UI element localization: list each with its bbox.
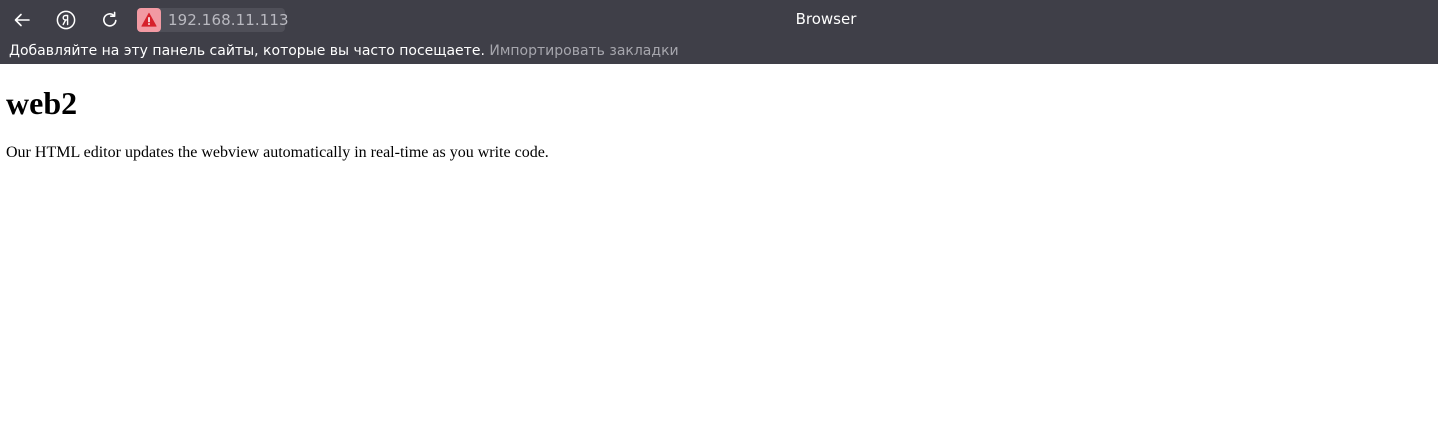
bookmarks-hint: Добавляйте на эту панель сайты, которые …	[9, 43, 485, 59]
window-title: Browser	[795, 10, 857, 28]
import-bookmarks-link[interactable]: Импортировать закладки	[489, 43, 678, 59]
page-paragraph: Our HTML editor updates the webview auto…	[6, 144, 549, 161]
webview-content: web2 Our HTML editor updates the webview…	[0, 64, 1438, 442]
bookmarks-bar: Добавляйте на эту панель сайты, которые …	[9, 43, 679, 59]
toolbar: 192.168.11.113 Browser	[0, 0, 1438, 40]
browser-chrome: 192.168.11.113 Browser Добавляйте на эту…	[0, 0, 1438, 64]
page-heading: web2	[6, 85, 78, 121]
